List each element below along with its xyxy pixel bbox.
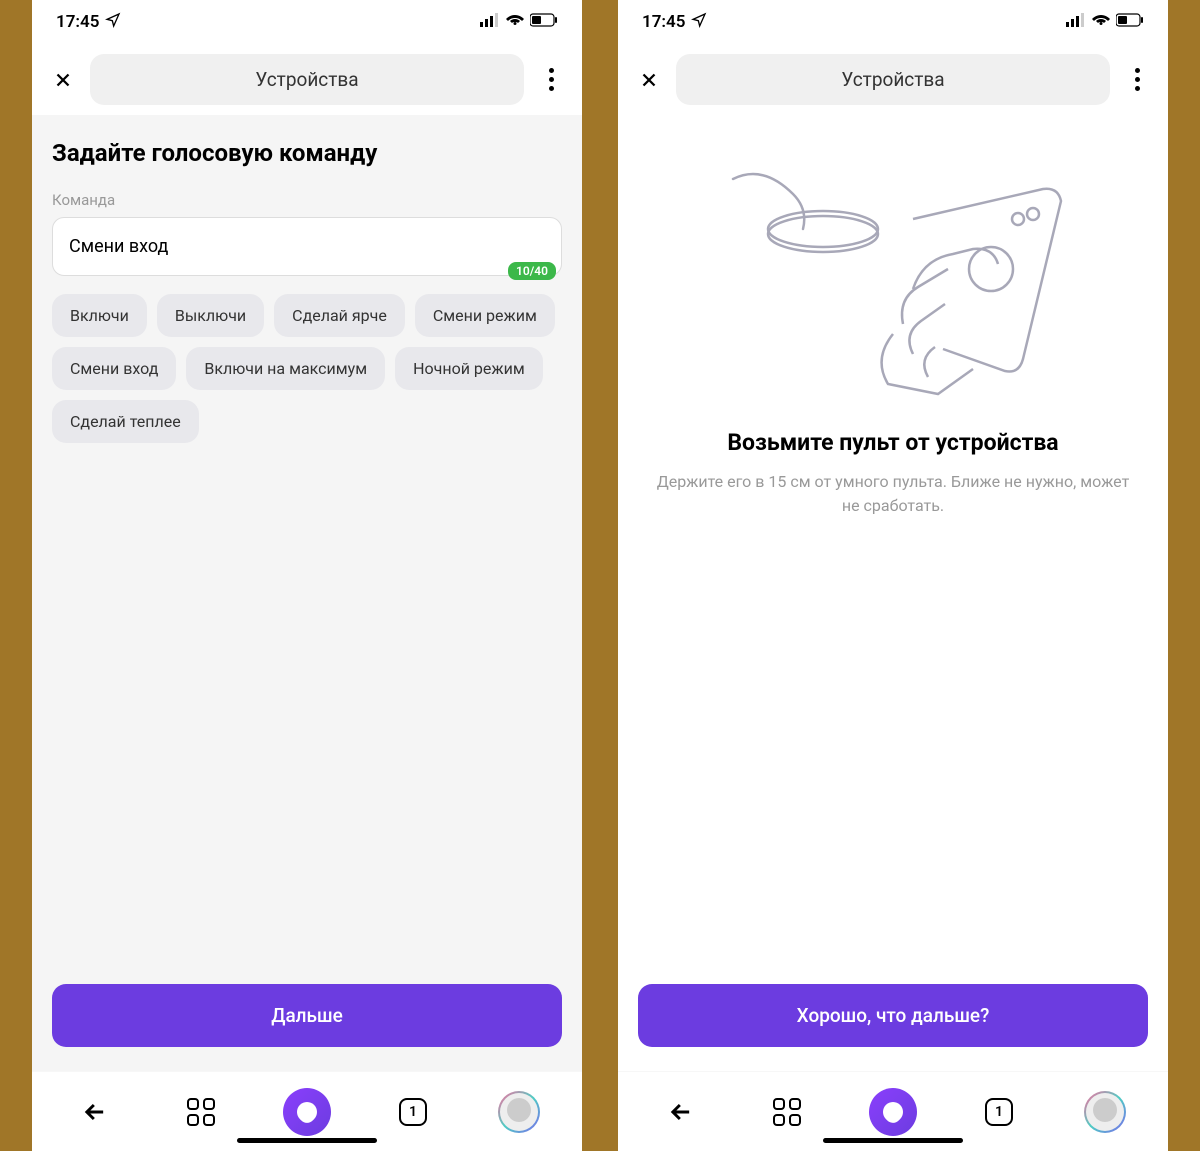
home-indicator[interactable] (237, 1138, 377, 1143)
back-button[interactable] (656, 1087, 706, 1137)
page-heading: Задайте голосовую команду (52, 139, 562, 167)
battery-icon (530, 12, 558, 32)
char-count-badge: 10/40 (508, 262, 556, 280)
home-indicator[interactable] (823, 1138, 963, 1143)
instruction-heading: Возьмите пульт от устройства (638, 429, 1148, 456)
more-button[interactable] (536, 65, 566, 95)
chip[interactable]: Выключи (157, 294, 264, 337)
status-bar: 17:45 (618, 0, 1168, 44)
instruction-subtitle: Держите его в 15 см от умного пульта. Бл… (638, 470, 1148, 518)
chip[interactable]: Включи на максимум (186, 347, 385, 390)
phone-left: 17:45 Устройства Задайте голосовую коман… (32, 0, 582, 1151)
field-label: Команда (52, 191, 562, 209)
header-title[interactable]: Устройства (676, 54, 1110, 105)
location-icon (105, 12, 121, 33)
more-button[interactable] (1122, 65, 1152, 95)
cellular-icon (1066, 12, 1086, 32)
profile-button[interactable] (494, 1087, 544, 1137)
header: Устройства (618, 44, 1168, 115)
chip[interactable]: Сделай теплее (52, 400, 199, 443)
wifi-icon (1092, 12, 1110, 32)
confirm-button[interactable]: Хорошо, что дальше? (638, 984, 1148, 1047)
profile-button[interactable] (1080, 1087, 1130, 1137)
content-area: Задайте голосовую команду Команда 10/40 … (32, 115, 582, 1071)
chip[interactable]: Ночной режим (395, 347, 543, 390)
command-input-wrap: 10/40 (52, 217, 562, 276)
header: Устройства (32, 44, 582, 115)
header-title[interactable]: Устройства (90, 54, 524, 105)
tabs-button[interactable]: 1 (388, 1087, 438, 1137)
chip[interactable]: Смени режим (415, 294, 555, 337)
status-time: 17:45 (642, 12, 685, 32)
tabs-button[interactable]: 1 (974, 1087, 1024, 1137)
chip[interactable]: Сделай ярче (274, 294, 405, 337)
alice-button[interactable] (868, 1087, 918, 1137)
close-button[interactable] (48, 65, 78, 95)
back-button[interactable] (70, 1087, 120, 1137)
status-bar: 17:45 (32, 0, 582, 44)
status-time: 17:45 (56, 12, 99, 32)
location-icon (691, 12, 707, 33)
chip[interactable]: Смени вход (52, 347, 176, 390)
chip[interactable]: Включи (52, 294, 147, 337)
services-button[interactable] (176, 1087, 226, 1137)
alice-button[interactable] (282, 1087, 332, 1137)
battery-icon (1116, 12, 1144, 32)
command-input[interactable] (52, 217, 562, 276)
close-button[interactable] (634, 65, 664, 95)
wifi-icon (506, 12, 524, 32)
content-area: Возьмите пульт от устройства Держите его… (618, 115, 1168, 1071)
cellular-icon (480, 12, 500, 32)
next-button[interactable]: Дальше (52, 984, 562, 1047)
remote-illustration (638, 139, 1148, 429)
phone-right: 17:45 Устройства (618, 0, 1168, 1151)
suggestion-chips: Включи Выключи Сделай ярче Смени режим С… (52, 294, 562, 443)
services-button[interactable] (762, 1087, 812, 1137)
